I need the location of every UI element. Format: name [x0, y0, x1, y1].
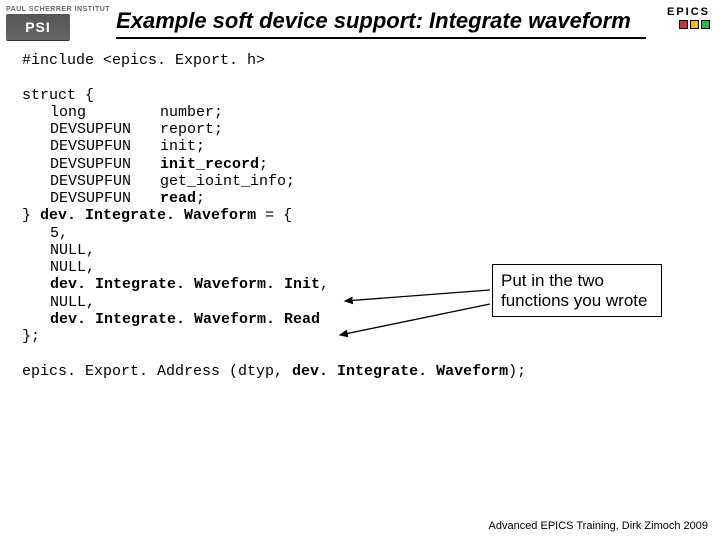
footer-text: Advanced EPICS Training, Dirk Zimoch 200… [489, 520, 709, 532]
institute-name: PAUL SCHERRER INSTITUT [6, 6, 110, 13]
psi-mark: PSI [6, 14, 70, 40]
init-fn: dev. Integrate. Waveform. Init [50, 276, 320, 293]
struct-open: struct { [22, 87, 698, 104]
epics-label: EPICS [654, 6, 710, 18]
export-name: dev. Integrate. Waveform [292, 363, 508, 380]
struct-end: }; [22, 328, 698, 345]
page-title: Example soft device support: Integrate w… [116, 6, 646, 39]
callout-box: Put in the two functions you wrote [492, 264, 662, 317]
epics-badge: EPICS [654, 6, 710, 29]
psi-logo: PAUL SCHERRER INSTITUT PSI [6, 6, 110, 40]
epics-squares-icon [654, 20, 710, 29]
include-line: #include <epics. Export. h> [22, 52, 698, 69]
code-block: #include <epics. Export. h> struct { lon… [0, 42, 720, 380]
struct-name: dev. Integrate. Waveform [40, 207, 256, 224]
read-fn: dev. Integrate. Waveform. Read [50, 311, 320, 328]
